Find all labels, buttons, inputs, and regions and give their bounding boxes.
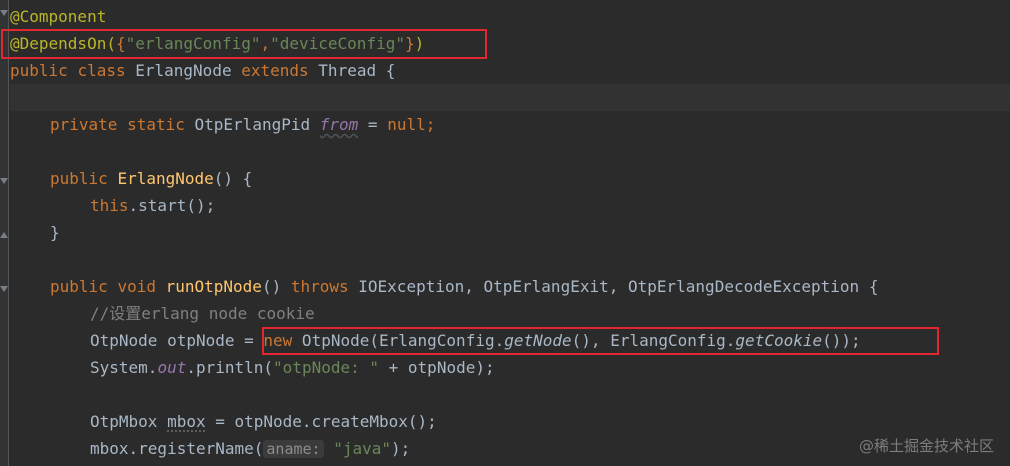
code-text: OtpMbox — [90, 412, 168, 431]
annotation: @Component — [10, 7, 107, 26]
semicolon: ; — [425, 115, 436, 134]
keyword: private — [50, 115, 118, 134]
static-field: from — [319, 115, 359, 134]
code-line: public class ErlangNode extends Thread { — [10, 57, 1010, 84]
code-line: } — [10, 219, 1010, 246]
comma: , — [260, 34, 271, 53]
brace: { — [115, 34, 126, 53]
code-line: @DependsOn({"erlangConfig","deviceConfig… — [10, 30, 1010, 57]
brace: { — [385, 61, 396, 80]
code-text: ); — [391, 439, 411, 458]
static-method: getNode — [504, 331, 572, 350]
keyword: null — [387, 115, 426, 134]
code-text: System. — [90, 358, 158, 377]
brace: } — [50, 223, 60, 242]
code-text: .start(); — [128, 196, 216, 215]
keyword: throws — [290, 277, 349, 296]
code-text: OtpNode(ErlangConfig. — [292, 331, 505, 350]
watermark: @稀土掘金技术社区 — [858, 437, 994, 455]
current-line — [10, 84, 1010, 111]
code-text: IOException, OtpErlangExit, OtpErlangDec… — [348, 277, 879, 296]
code-text: () { — [213, 169, 253, 188]
code-line: @Component — [10, 3, 1010, 30]
fold-icon[interactable] — [0, 284, 8, 294]
code-text: = otpNode.createMbox(); — [205, 412, 437, 431]
code-line: public void runOtpNode() throws IOExcept… — [10, 273, 1010, 300]
string-literal: "deviceConfig" — [270, 34, 405, 53]
code-text: + otpNode); — [379, 358, 495, 377]
keyword: void — [117, 277, 156, 296]
string-literal: "java" — [333, 439, 392, 458]
super-class: Thread — [318, 61, 377, 80]
fold-icon[interactable] — [0, 230, 8, 240]
code-text: OtpNode otpNode = — [90, 331, 264, 350]
keyword: this — [90, 196, 129, 215]
code-text: ()); — [822, 331, 861, 350]
keyword: static — [127, 115, 185, 134]
method-name: runOtpNode — [165, 277, 262, 296]
code-line: System.out.println("otpNode: " + otpNode… — [10, 354, 1010, 381]
fold-icon[interactable] — [0, 176, 8, 186]
code-line: OtpNode otpNode = new OtpNode(ErlangConf… — [10, 327, 1010, 354]
code-editor[interactable]: @Component @DependsOn({"erlangConfig","d… — [10, 3, 1010, 462]
keyword: public — [10, 61, 68, 80]
code-line: //设置erlang node cookie — [10, 300, 1010, 327]
operator: = — [358, 115, 388, 134]
paren: ) — [414, 34, 425, 53]
class-name: ErlangNode — [135, 61, 232, 80]
string-literal: "erlangConfig" — [125, 34, 261, 53]
code-line: this.start(); — [10, 192, 1010, 219]
constructor-name: ErlangNode — [117, 169, 214, 188]
keyword: public — [50, 277, 108, 296]
code-text: .println( — [186, 358, 274, 377]
gutter-divider — [8, 0, 9, 466]
code-line: private static OtpErlangPid from = null; — [10, 111, 1010, 138]
comment: //设置erlang node cookie — [90, 304, 315, 323]
static-method: getCookie — [735, 331, 823, 350]
type-name: OtpErlangPid — [194, 115, 311, 134]
annotation: @DependsOn( — [10, 34, 116, 53]
string-literal: "otpNode: " — [273, 358, 380, 377]
code-line: OtpMbox mbox = otpNode.createMbox(); — [10, 408, 1010, 435]
fold-icon[interactable] — [0, 8, 8, 18]
keyword: class — [77, 61, 126, 80]
static-field: out — [157, 358, 187, 377]
brace: } — [404, 34, 415, 53]
keyword: public — [50, 169, 108, 188]
code-text: (), ErlangConfig. — [571, 331, 736, 350]
variable: mbox — [167, 412, 206, 431]
keyword: extends — [241, 61, 309, 80]
code-line: public ErlangNode() { — [10, 165, 1010, 192]
parameter-hint: aname: — [263, 440, 324, 458]
code-text: () — [261, 277, 291, 296]
keyword: new — [263, 331, 293, 350]
code-text: mbox.registerName( — [90, 439, 264, 458]
